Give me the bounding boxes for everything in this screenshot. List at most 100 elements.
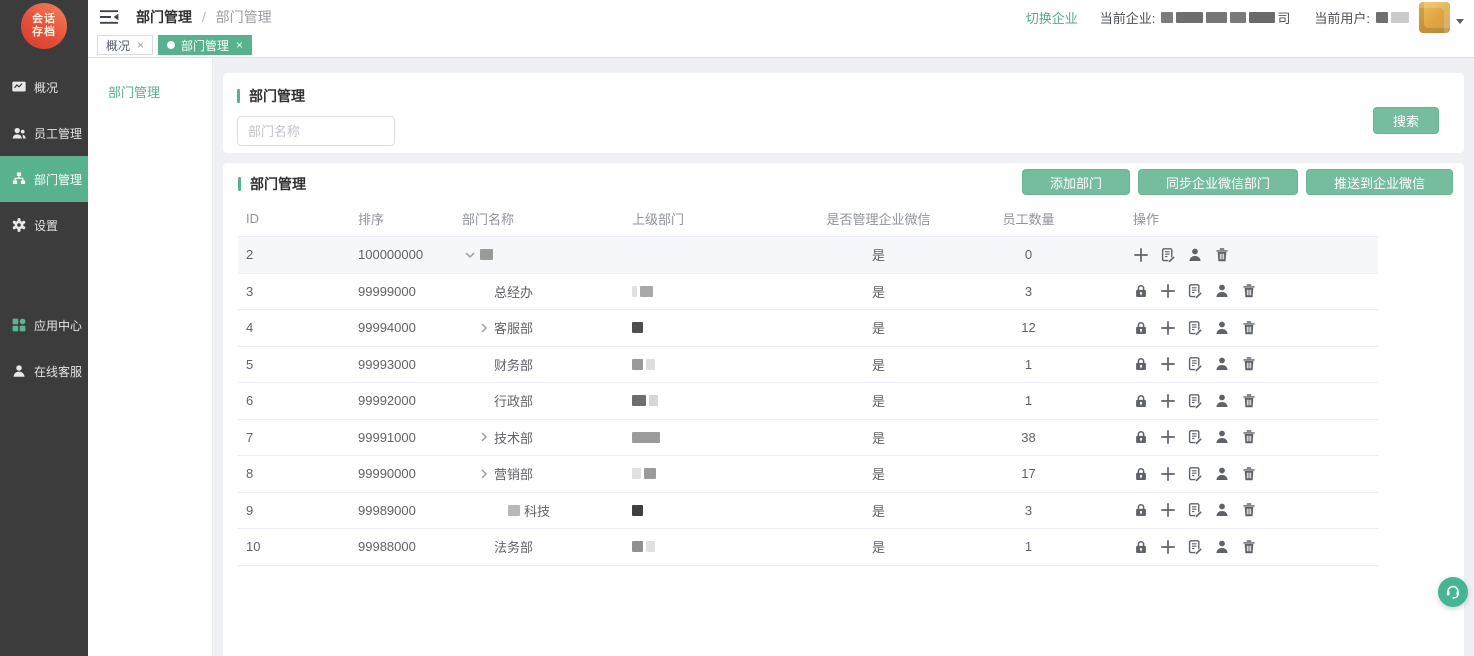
sidebar-item-label: 设置 [34,217,58,234]
cell-dept-name: 财务部 [446,355,616,374]
add-child-icon[interactable] [1160,502,1176,518]
cell-dept-name: 客服部 [446,318,616,337]
add-child-icon[interactable] [1133,247,1149,263]
dept-name-text: 行政部 [494,391,533,410]
department-name-input[interactable] [237,116,395,146]
tab-label: 概况 [106,37,130,54]
cell-employee-count: 17 [961,466,1096,481]
tab-overview[interactable]: 概况 × [97,35,153,55]
delete-icon[interactable] [1214,247,1230,263]
close-tab-icon[interactable]: × [236,38,243,52]
members-icon[interactable] [1187,247,1203,263]
edit-icon[interactable] [1187,466,1203,482]
edit-icon[interactable] [1187,356,1203,372]
edit-icon[interactable] [1187,320,1203,336]
sidebar-item-label: 员工管理 [34,125,82,142]
breadcrumb-level1[interactable]: 部门管理 [136,9,192,25]
lock-icon[interactable] [1133,320,1149,336]
collapse-caret-icon[interactable] [462,247,478,263]
expand-caret-icon[interactable] [476,320,492,336]
table-action-buttons: 添加部门 同步企业微信部门 推送到企业微信 [1022,169,1453,195]
delete-icon[interactable] [1241,466,1257,482]
sync-wecom-departments-button[interactable]: 同步企业微信部门 [1138,169,1298,195]
sidebar-item-app-center[interactable]: 应用中心 [0,302,88,348]
cell-sort: 99990000 [350,466,446,481]
add-child-icon[interactable] [1160,320,1176,336]
cell-wecom-managed: 是 [796,501,961,520]
delete-icon[interactable] [1241,429,1257,445]
lock-icon[interactable] [1133,356,1149,372]
delete-icon[interactable] [1241,502,1257,518]
cell-parent-dept [616,322,796,333]
members-icon[interactable] [1214,502,1230,518]
delete-icon[interactable] [1241,283,1257,299]
table-row: 799991000技术部是38 [238,420,1378,457]
lock-icon[interactable] [1133,466,1149,482]
switch-company-link[interactable]: 切换企业 [1026,8,1078,27]
expand-caret-icon[interactable] [476,429,492,445]
table-row: 1099988000法务部是1 [238,529,1378,566]
edit-icon[interactable] [1187,539,1203,555]
search-button[interactable]: 搜索 [1373,107,1439,134]
add-child-icon[interactable] [1160,539,1176,555]
cell-dept-name: 营销部 [446,464,616,483]
user-menu-caret-icon[interactable] [1456,19,1464,24]
redacted-block [640,286,653,297]
cell-wecom-managed: 是 [796,464,961,483]
push-to-wecom-button[interactable]: 推送到企业微信 [1306,169,1453,195]
redacted-block [632,432,660,443]
members-icon[interactable] [1214,393,1230,409]
edit-icon[interactable] [1160,247,1176,263]
lock-icon[interactable] [1133,539,1149,555]
delete-icon[interactable] [1241,320,1257,336]
add-child-icon[interactable] [1160,283,1176,299]
cell-wecom-managed: 是 [796,282,961,301]
cell-actions [1096,466,1378,482]
add-department-button[interactable]: 添加部门 [1022,169,1130,195]
members-icon[interactable] [1214,356,1230,372]
redacted-block [632,468,641,479]
edit-icon[interactable] [1187,393,1203,409]
customer-service-float-button[interactable] [1438,577,1468,607]
members-icon[interactable] [1214,283,1230,299]
department-table-panel: 部门管理 添加部门 同步企业微信部门 推送到企业微信 ID 排序 部门名称 上级… [223,163,1464,656]
edit-icon[interactable] [1187,429,1203,445]
members-icon[interactable] [1214,466,1230,482]
lock-icon[interactable] [1133,502,1149,518]
add-child-icon[interactable] [1160,393,1176,409]
table-row: 999989000科技是3 [238,493,1378,530]
redacted-block [508,505,520,516]
tab-department-management[interactable]: 部门管理 × [158,35,252,55]
redacted-block [480,249,493,260]
sidebar-section-gap [0,248,88,302]
sidebar-item-dashboard[interactable]: 概况 [0,64,88,110]
delete-icon[interactable] [1241,393,1257,409]
sidebar-item-employees[interactable]: 员工管理 [0,110,88,156]
delete-icon[interactable] [1241,356,1257,372]
app-logo[interactable]: 会话 存档 [21,3,67,49]
edit-icon[interactable] [1187,502,1203,518]
members-icon[interactable] [1214,539,1230,555]
cell-employee-count: 3 [961,284,1096,299]
edit-icon[interactable] [1187,283,1203,299]
add-child-icon[interactable] [1160,356,1176,372]
close-tab-icon[interactable]: × [137,38,144,52]
cell-id: 4 [238,320,350,335]
sidebar-item-settings[interactable]: 设置 [0,202,88,248]
sidebar-item-departments[interactable]: 部门管理 [0,156,88,202]
lock-icon[interactable] [1133,283,1149,299]
lock-icon[interactable] [1133,429,1149,445]
add-child-icon[interactable] [1160,466,1176,482]
sidebar-item-online-service[interactable]: 在线客服 [0,348,88,394]
table-row: 699992000行政部是1 [238,383,1378,420]
user-avatar[interactable] [1419,2,1450,33]
redacted-block [632,286,637,297]
expand-caret-icon[interactable] [476,466,492,482]
add-child-icon[interactable] [1160,429,1176,445]
collapse-sidebar-icon[interactable] [99,9,119,25]
submenu-item-departments[interactable]: 部门管理 [88,58,212,101]
members-icon[interactable] [1214,429,1230,445]
members-icon[interactable] [1214,320,1230,336]
delete-icon[interactable] [1241,539,1257,555]
lock-icon[interactable] [1133,393,1149,409]
